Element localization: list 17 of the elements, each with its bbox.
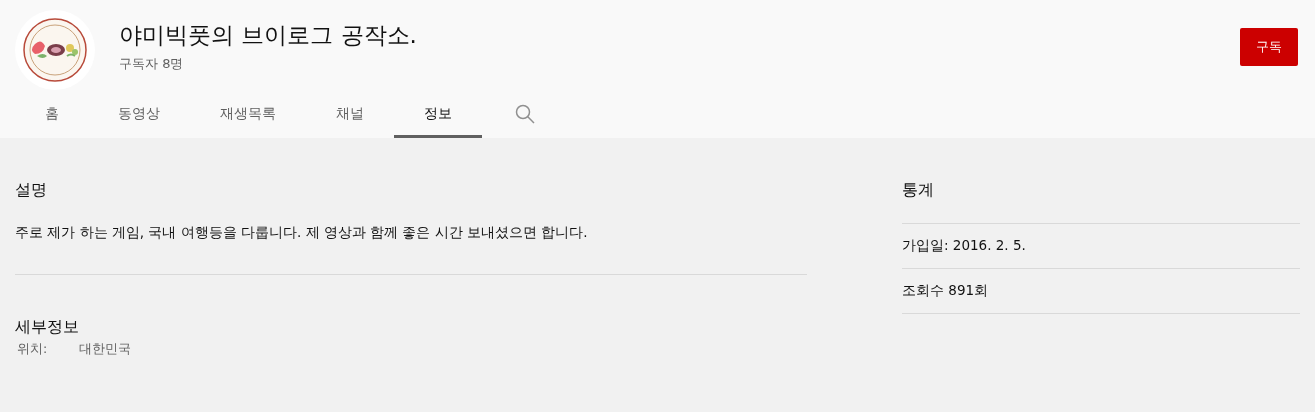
detail-label: 위치:: [16, 341, 49, 358]
subscribe-button[interactable]: 구독: [1240, 28, 1298, 66]
stat-text: 가입일: 2016. 2. 5.: [902, 237, 1026, 255]
section-heading: 통계: [902, 138, 1300, 224]
search-icon[interactable]: [515, 103, 535, 124]
detail-value: 대한민국: [79, 341, 131, 358]
section-heading: 세부정보: [15, 316, 80, 338]
tab[interactable]: 동영상: [88, 92, 190, 138]
tab[interactable]: 홈: [16, 92, 88, 138]
description-text: 주로 제가 하는 게임, 국내 여행등을 다룹니다. 제 영상과 함께 좋은 시간 보내셨으면 합니다.: [15, 224, 807, 275]
section-heading: 설명: [15, 179, 48, 201]
subscriber-count: 구독자 8명: [119, 54, 185, 73]
tab[interactable]: 재생목록: [190, 92, 306, 138]
channel-title: 야미빅풋의 브이로그 공작소.: [119, 20, 418, 50]
tab[interactable]: 정보: [394, 92, 482, 138]
stat-text: 조회수 891회: [902, 282, 989, 300]
tab[interactable]: 채널: [306, 92, 394, 138]
